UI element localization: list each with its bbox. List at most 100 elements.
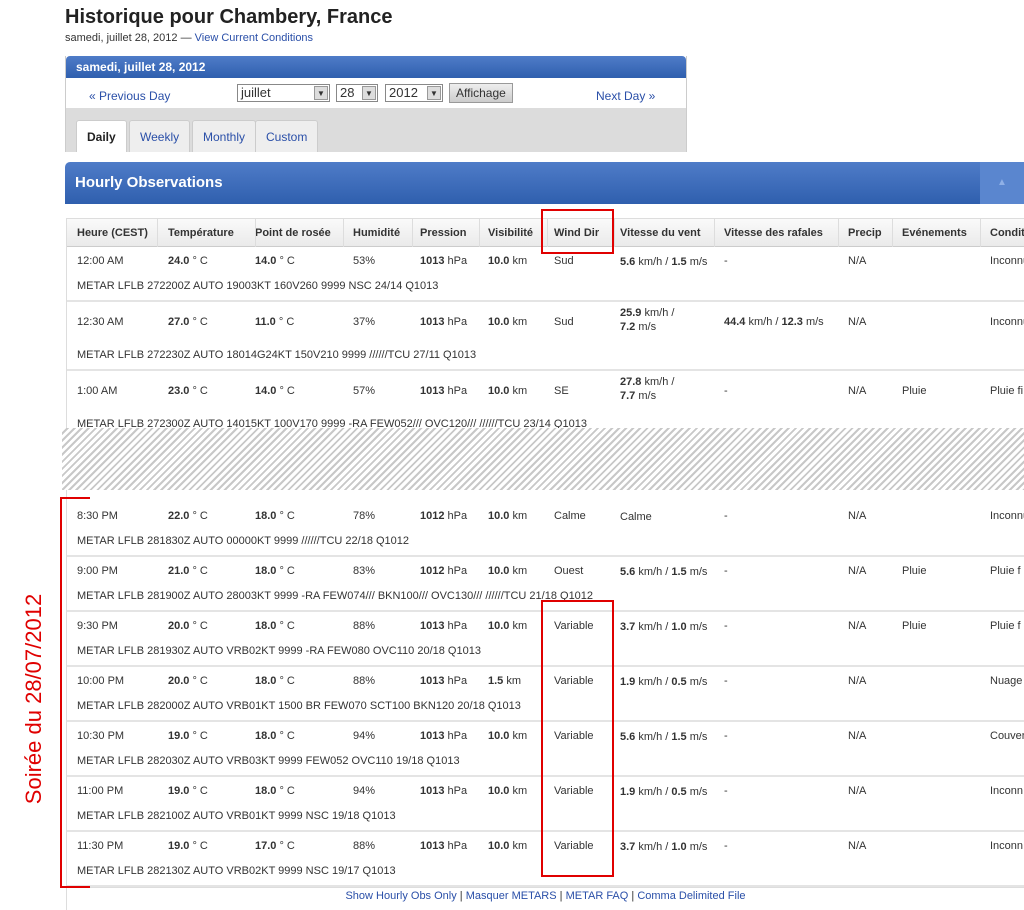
column-header[interactable]: Pression [420, 227, 466, 239]
metar-faq-link[interactable]: METAR FAQ [566, 890, 629, 902]
dew-point-cell: 11.0 ° C [255, 316, 295, 328]
dropdown-arrow-icon: ▼ [314, 86, 328, 100]
visibility-cell: 10.0 km [488, 316, 528, 328]
year-value: 2012 [389, 85, 418, 100]
tab-bar: Daily Weekly Monthly Custom [66, 108, 686, 152]
collapse-icon[interactable]: ▲ [980, 162, 1024, 204]
pressure-cell: 1012 hPa [420, 510, 468, 522]
dew-point-cell: 14.0 ° C [255, 255, 295, 267]
column-divider [157, 219, 158, 247]
tab-custom[interactable]: Custom [255, 120, 319, 152]
pressure-cell: 1012 hPa [420, 565, 468, 577]
hourly-observations-header: Hourly Observations ▲ [65, 162, 1024, 204]
dew-point-cell: 18.0 ° C [255, 785, 295, 797]
column-header[interactable]: Visibilité [488, 227, 533, 239]
column-divider [479, 219, 480, 247]
visibility-cell: 10.0 km [488, 785, 528, 797]
separator: | [628, 890, 638, 902]
column-header[interactable]: Point de rosée [255, 227, 331, 239]
tab-weekly[interactable]: Weekly [129, 120, 191, 152]
date-nav: « Previous Day juillet ▼ 28 ▼ 2012 ▼ Affich… [66, 78, 686, 108]
page-subtitle: samedi, juillet 28, 2012 — View Current … [65, 32, 313, 44]
pressure-cell: 1013 hPa [420, 255, 468, 267]
annotation-bracket [60, 497, 90, 888]
pressure-cell: 1013 hPa [420, 620, 468, 632]
wind-speed-cell: 1.9 km/h / 0.5 m/s [620, 786, 708, 798]
column-divider [343, 219, 344, 247]
temperature-cell: 19.0 ° C [168, 730, 208, 742]
dropdown-arrow-icon: ▼ [427, 86, 441, 100]
tab-daily[interactable]: Daily [76, 120, 127, 152]
dew-point-cell: 18.0 ° C [255, 675, 295, 687]
comma-delimited-file-link[interactable]: Comma Delimited File [637, 890, 745, 902]
metar-text: METAR LFLB 282100Z AUTO VRB01KT 9999 NSC… [77, 810, 396, 822]
visibility-cell: 10.0 km [488, 510, 528, 522]
date-text: samedi, juillet 28, 2012 [65, 32, 178, 44]
metar-text: METAR LFLB 282030Z AUTO VRB03KT 9999 FEW… [77, 755, 460, 767]
column-header[interactable]: Conditions [990, 227, 1024, 239]
previous-day-link[interactable]: « Previous Day [89, 89, 170, 103]
column-header[interactable]: Evénements [902, 227, 967, 239]
day-select[interactable]: 28 ▼ [336, 84, 378, 102]
table-row: 8:30 PM 22.0 ° C 18.0 ° C 78% 1012 hPa 10.0 k… [67, 502, 1024, 557]
table-row: 12:30 AM 27.0 ° C 11.0 ° C 37% 1013 hPa 10.0 … [67, 302, 1024, 371]
pressure-cell: 1013 hPa [420, 316, 468, 328]
column-header[interactable]: Température [168, 227, 234, 239]
column-header[interactable]: Precip [848, 227, 882, 239]
column-divider [838, 219, 839, 247]
date-header: samedi, juillet 28, 2012 [66, 56, 686, 78]
column-header[interactable]: Vitesse des rafales [724, 227, 823, 239]
wind-speed-cell: 3.7 km/h / 1.0 m/s [620, 621, 708, 633]
dew-point-cell: 18.0 ° C [255, 565, 295, 577]
column-divider [255, 219, 256, 247]
table-row: 12:00 AM 24.0 ° C 14.0 ° C 53% 1013 hPa 10.0 … [67, 247, 1024, 302]
affichage-button[interactable]: Affichage [449, 83, 513, 103]
page-title: Historique pour Chambery, France [65, 6, 393, 28]
day-value: 28 [340, 85, 355, 100]
annotation-box-wind-dir-header [541, 209, 614, 254]
pressure-cell: 1013 hPa [420, 385, 468, 397]
temperature-cell: 27.0 ° C [168, 316, 208, 328]
column-divider [614, 219, 615, 247]
visibility-cell: 10.0 km [488, 385, 528, 397]
visibility-cell: 10.0 km [488, 730, 528, 742]
temperature-cell: 20.0 ° C [168, 620, 208, 632]
metar-text: METAR LFLB 282130Z AUTO VRB02KT 9999 NSC… [77, 865, 396, 877]
column-divider [980, 219, 981, 247]
column-header[interactable]: Heure (CEST) [77, 227, 148, 239]
wind-speed-cell: 5.6 km/h / 1.5 m/s [620, 566, 708, 578]
show-hourly-obs-only-link[interactable]: Show Hourly Obs Only [345, 890, 456, 902]
metar-text: METAR LFLB 272230Z AUTO 18014G24KT 150V2… [77, 349, 477, 361]
temperature-cell: 19.0 ° C [168, 785, 208, 797]
pressure-cell: 1013 hPa [420, 675, 468, 687]
column-header[interactable]: Vitesse du vent [620, 227, 701, 239]
pressure-cell: 1013 hPa [420, 840, 468, 852]
tab-monthly[interactable]: Monthly [192, 120, 257, 152]
year-select[interactable]: 2012 ▼ [385, 84, 443, 102]
visibility-cell: 10.0 km [488, 565, 528, 577]
dew-point-cell: 18.0 ° C [255, 510, 295, 522]
section-title: Hourly Observations [75, 174, 223, 191]
month-select[interactable]: juillet ▼ [237, 84, 330, 102]
visibility-cell: 10.0 km [488, 840, 528, 852]
view-current-conditions-link[interactable]: View Current Conditions [195, 32, 313, 44]
dew-point-cell: 18.0 ° C [255, 730, 295, 742]
masquer-metars-link[interactable]: Masquer METARS [466, 890, 557, 902]
column-header[interactable]: Humidité [353, 227, 400, 239]
pressure-cell: 1013 hPa [420, 730, 468, 742]
wind-speed-cell: 5.6 km/h / 1.5 m/s [620, 731, 708, 743]
next-day-link[interactable]: Next Day » [596, 89, 655, 103]
temperature-cell: 20.0 ° C [168, 675, 208, 687]
wind-speed-cell: 3.7 km/h / 1.0 m/s [620, 841, 708, 853]
temperature-cell: 19.0 ° C [168, 840, 208, 852]
omitted-rows-break [62, 428, 1024, 490]
metar-text: METAR LFLB 281900Z AUTO 28003KT 9999 -RA… [77, 590, 594, 602]
annotation-label: Soirée du 28/07/2012 [21, 593, 46, 805]
wind-speed-cell: 25.9 km/h /7.2 m/s [620, 307, 675, 333]
dash: — [180, 32, 192, 44]
dew-point-cell: 18.0 ° C [255, 620, 295, 632]
temperature-cell: 21.0 ° C [168, 565, 208, 577]
dew-point-cell: 14.0 ° C [255, 385, 295, 397]
dew-point-cell: 17.0 ° C [255, 840, 295, 852]
month-value: juillet [241, 85, 271, 100]
